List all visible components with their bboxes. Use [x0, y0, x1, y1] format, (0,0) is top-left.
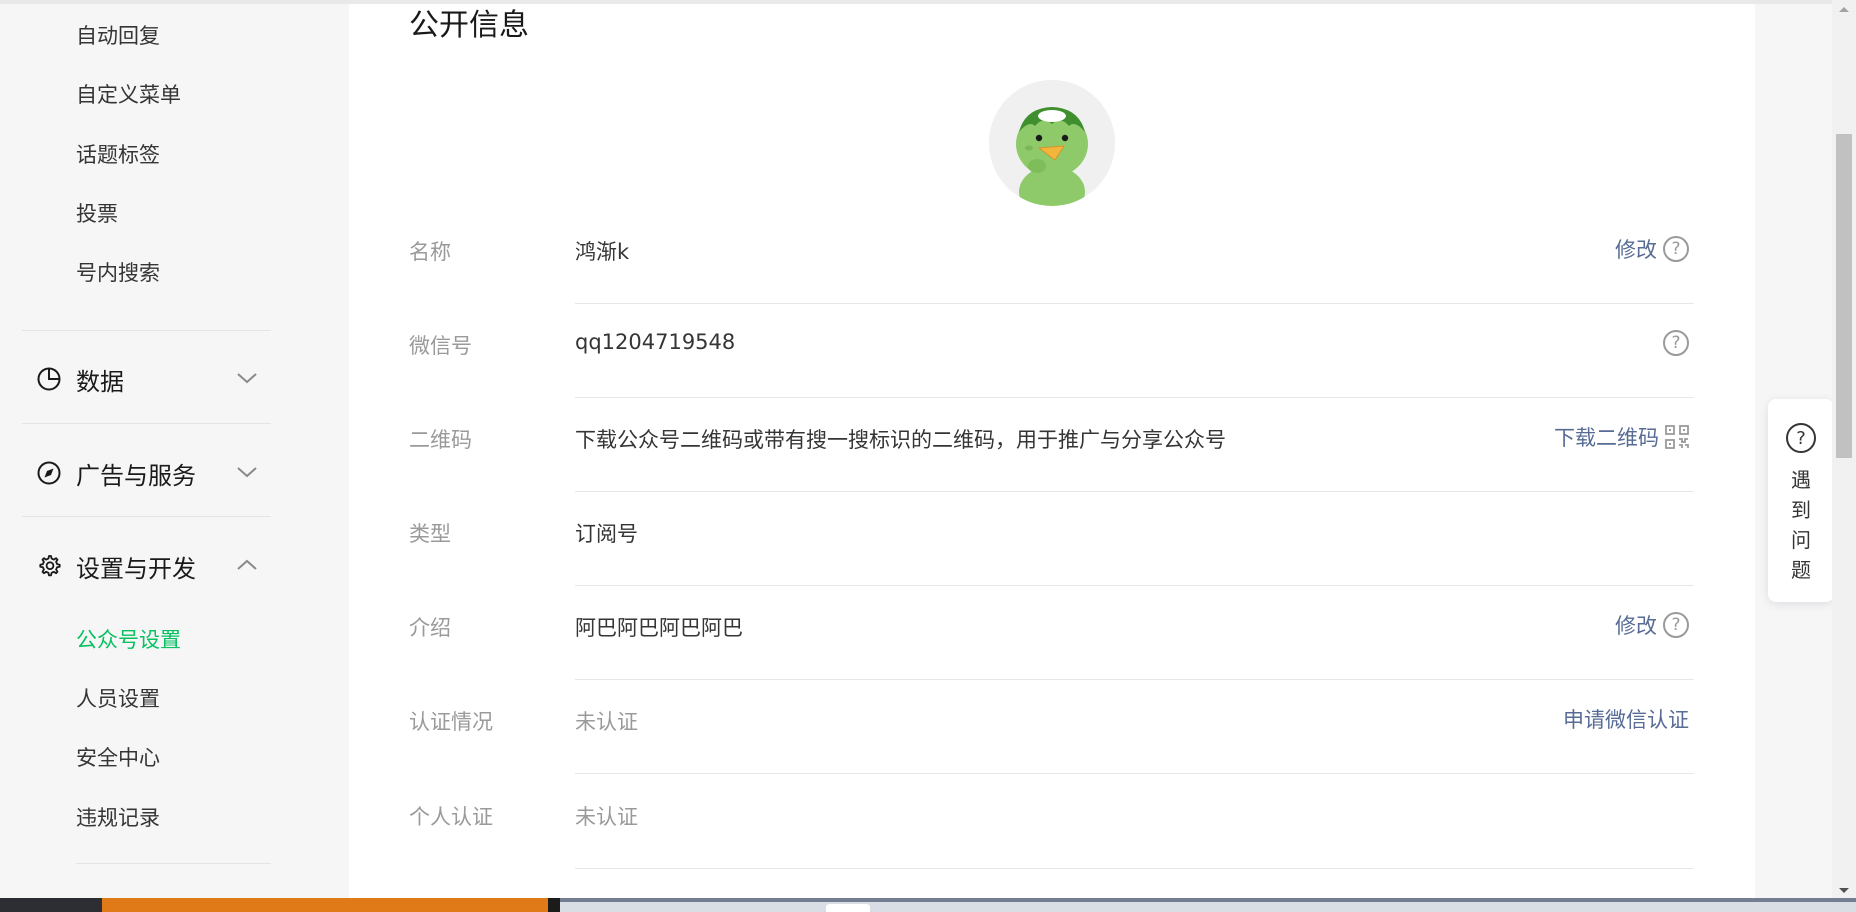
info-row-personal-verification: 个人认证 未认证	[409, 775, 1694, 869]
sidebar: 自动回复 自定义菜单 话题标签 投票 号内搜索 数据 广告与服务 设置与开发 公…	[0, 0, 350, 900]
row-value: 未认证	[575, 710, 638, 734]
sidebar-item-topic-tags[interactable]: 话题标签	[76, 142, 160, 168]
sidebar-group-data[interactable]: 数据	[22, 348, 271, 408]
sidebar-divider	[22, 330, 271, 331]
row-label: 类型	[409, 522, 451, 546]
sidebar-divider	[22, 516, 271, 517]
row-value: qq1204719548	[575, 330, 736, 354]
sidebar-item-violation-records[interactable]: 违规记录	[76, 805, 160, 831]
page-title: 公开信息	[409, 8, 529, 43]
taskbar-strip	[0, 898, 1856, 912]
sidebar-group-label: 广告与服务	[76, 462, 196, 490]
row-label: 介绍	[409, 616, 451, 640]
sidebar-divider	[22, 423, 271, 424]
edit-intro-link[interactable]: 修改	[1615, 610, 1657, 640]
row-value: 订阅号	[575, 522, 638, 546]
row-actions: ?	[1663, 328, 1689, 358]
question-circle-icon: ?	[1786, 423, 1816, 453]
sidebar-group-settings-dev[interactable]: 设置与开发	[22, 535, 271, 595]
row-divider	[575, 868, 1694, 869]
sidebar-item-in-account-search[interactable]: 号内搜索	[76, 260, 160, 286]
edit-name-link[interactable]: 修改	[1615, 234, 1657, 264]
chevron-down-icon	[237, 467, 257, 478]
sidebar-group-label: 设置与开发	[76, 555, 196, 583]
help-widget-label: 遇到问题	[1791, 468, 1811, 582]
taskbar-tab[interactable]	[826, 904, 870, 912]
help-widget[interactable]: ? 遇到问题	[1768, 399, 1834, 602]
row-divider	[575, 773, 1694, 774]
row-value: 鸿渐k	[575, 240, 630, 264]
help-question-icon[interactable]: ?	[1663, 612, 1689, 638]
gear-icon	[39, 555, 61, 577]
row-value: 阿巴阿巴阿巴阿巴	[575, 616, 743, 640]
sidebar-item-vote[interactable]: 投票	[76, 201, 118, 227]
row-value: 未认证	[575, 805, 638, 829]
compass-icon	[37, 461, 61, 485]
download-qr-link[interactable]: 下载二维码	[1554, 422, 1659, 452]
info-row-verification: 认证情况 未认证 申请微信认证	[409, 680, 1694, 774]
qr-code-icon[interactable]	[1665, 425, 1689, 449]
taskbar-segment	[102, 898, 548, 912]
sidebar-item-member-settings[interactable]: 人员设置	[76, 686, 160, 712]
chevron-up-icon	[237, 559, 257, 570]
row-actions: 修改 ?	[1615, 234, 1689, 264]
row-label: 名称	[409, 240, 451, 264]
apply-wechat-verification-link[interactable]: 申请微信认证	[1563, 704, 1689, 734]
public-info-card: 公开信息 名称 鸿渐k 修改 ? 微信号 qq1204719548 ? 二维码 …	[349, 4, 1755, 904]
info-row-name: 名称 鸿渐k 修改 ?	[409, 210, 1694, 304]
row-label: 个人认证	[409, 805, 493, 829]
scroll-up-arrow-icon[interactable]	[1832, 0, 1856, 20]
help-question-icon[interactable]: ?	[1663, 330, 1689, 356]
row-label: 认证情况	[409, 710, 493, 734]
chevron-down-icon	[237, 373, 257, 384]
scrollbar-thumb[interactable]	[1836, 134, 1852, 458]
taskbar-segment	[0, 898, 102, 912]
info-row-type: 类型 订阅号	[409, 492, 1694, 586]
info-row-intro: 介绍 阿巴阿巴阿巴阿巴 修改 ?	[409, 586, 1694, 680]
page: 自动回复 自定义菜单 话题标签 投票 号内搜索 数据 广告与服务 设置与开发 公…	[0, 0, 1856, 912]
sidebar-item-account-settings[interactable]: 公众号设置	[76, 627, 181, 653]
scroll-down-arrow-icon[interactable]	[1832, 880, 1856, 900]
row-actions: 下载二维码	[1554, 422, 1689, 452]
sidebar-divider	[76, 863, 271, 864]
taskbar-segment	[560, 898, 1856, 902]
info-row-qr-code: 二维码 下载公众号二维码或带有搜一搜标识的二维码，用于推广与分享公众号 下载二维…	[409, 398, 1694, 492]
row-actions: 修改 ?	[1615, 610, 1689, 640]
row-label: 微信号	[409, 334, 472, 358]
avatar[interactable]	[989, 80, 1115, 206]
sidebar-item-auto-reply[interactable]: 自动回复	[76, 23, 160, 49]
sidebar-item-security-center[interactable]: 安全中心	[76, 745, 160, 771]
pie-chart-icon	[37, 367, 61, 391]
row-label: 二维码	[409, 428, 472, 452]
sidebar-group-label: 数据	[76, 368, 124, 396]
avatar-image	[989, 80, 1115, 206]
sidebar-group-ads-services[interactable]: 广告与服务	[22, 442, 271, 502]
info-row-wechat-id: 微信号 qq1204719548 ?	[409, 304, 1694, 398]
row-value: 下载公众号二维码或带有搜一搜标识的二维码，用于推广与分享公众号	[575, 428, 1226, 452]
help-question-icon[interactable]: ?	[1663, 236, 1689, 262]
row-actions: 申请微信认证	[1563, 704, 1689, 734]
taskbar-segment	[548, 898, 560, 912]
sidebar-item-custom-menu[interactable]: 自定义菜单	[76, 82, 181, 108]
vertical-scrollbar[interactable]	[1832, 0, 1856, 900]
